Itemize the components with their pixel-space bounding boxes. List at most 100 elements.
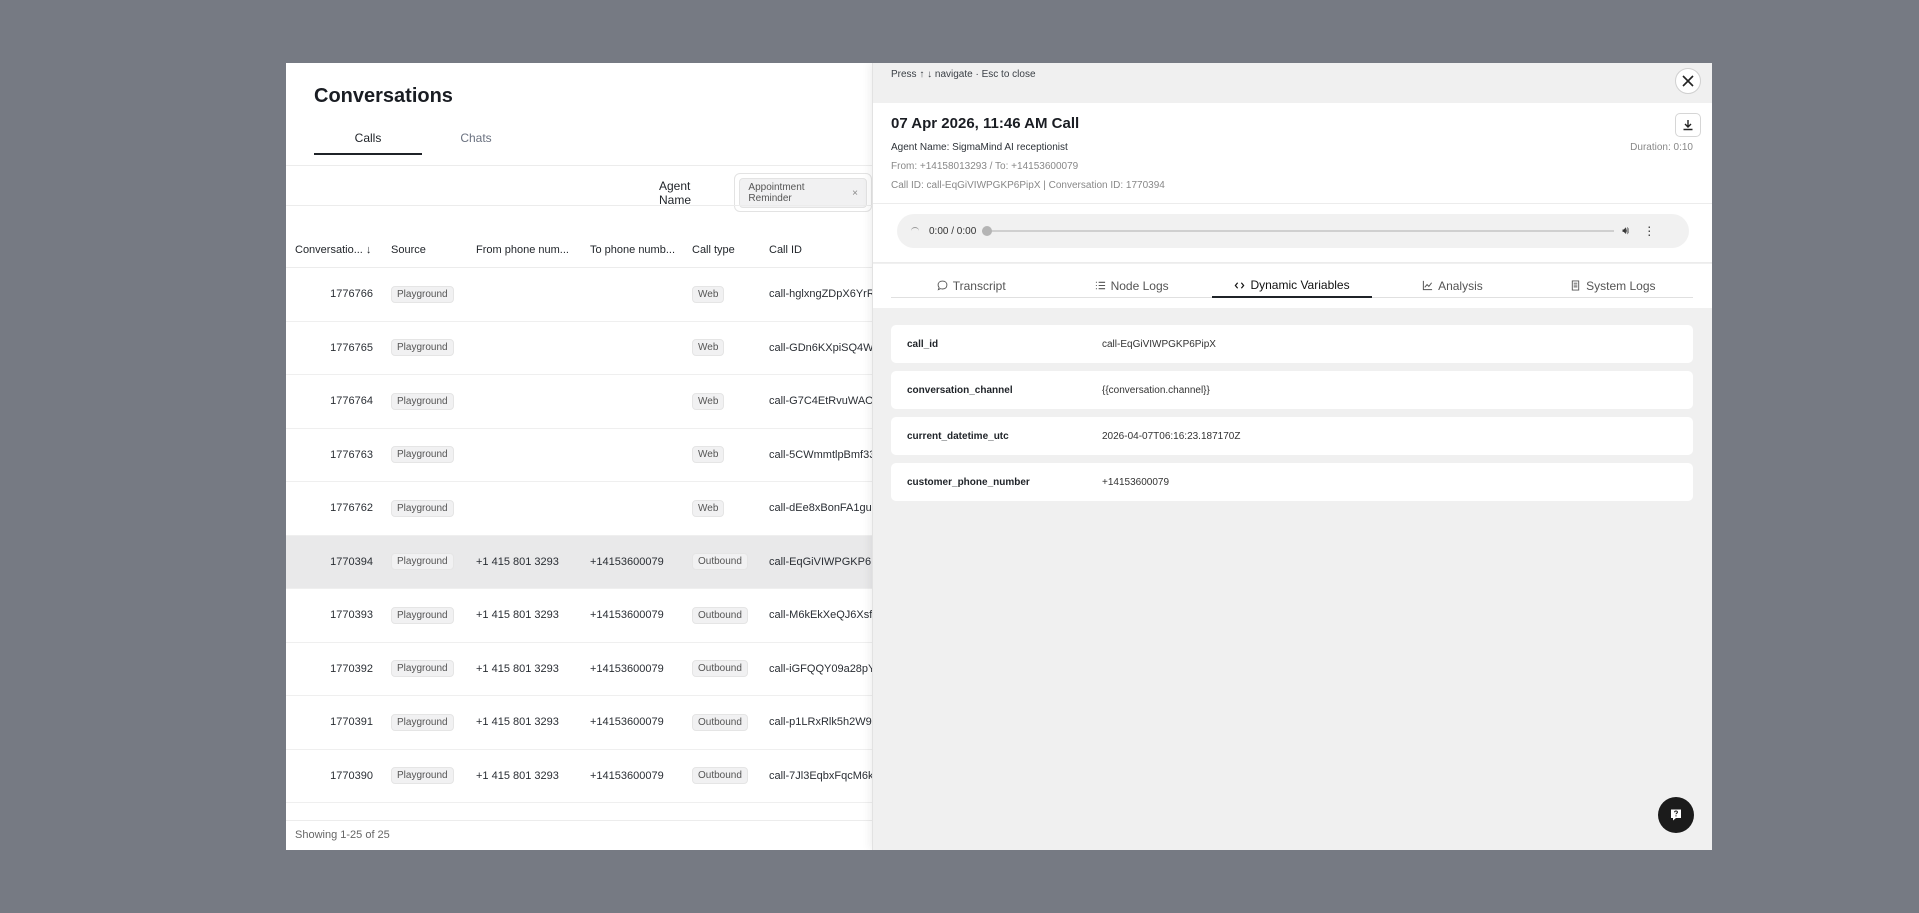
tab-label: Analysis — [1438, 278, 1483, 293]
tab-label: Node Logs — [1110, 278, 1169, 293]
to-phone: +14153600079 — [590, 555, 664, 568]
source-cell: Playground — [382, 339, 467, 357]
close-button[interactable] — [1675, 68, 1701, 94]
chart-line-icon — [1422, 280, 1433, 291]
conversation-id: 1776764 — [330, 395, 373, 408]
table-row[interactable]: 1776766 Playground Web call-hglxngZDpX6Y… — [286, 268, 872, 322]
header-call-id[interactable]: Call ID — [760, 244, 872, 256]
conversation-id: 1770392 — [330, 662, 373, 675]
call-type-cell: Web — [683, 339, 760, 357]
call-type-cell: Outbound — [683, 767, 760, 785]
dynamic-variables-list: call_id call-EqGiVIWPGKP6PipX conversati… — [891, 325, 1693, 509]
source-cell: Playground — [382, 553, 467, 571]
tab-transcript[interactable]: Transcript — [891, 278, 1051, 297]
table-row[interactable]: 1776764 Playground Web call-G7C4EtRvuWAO… — [286, 375, 872, 429]
source-badge: Playground — [391, 392, 454, 410]
chat-bubble-icon — [937, 280, 948, 291]
agent-name: Agent Name: SigmaMind AI receptionist — [891, 142, 1068, 153]
from-phone: +1 415 801 3293 — [476, 769, 559, 782]
from-phone: +1 415 801 3293 — [476, 555, 559, 568]
conversation-id: 1776763 — [330, 448, 373, 461]
agent-filter-select[interactable]: Appointment Reminder × — [734, 173, 872, 212]
conversation-id: 1770394 — [330, 555, 373, 568]
tab-node-logs[interactable]: Node Logs — [1051, 278, 1211, 297]
call-id: call-G7C4EtRvuWAOl — [769, 395, 872, 408]
source-cell: Playground — [382, 446, 467, 464]
table-row[interactable]: 1770392 Playground +1 415 801 3293 +1415… — [286, 643, 872, 696]
tab-dynamic-variables[interactable]: Dynamic Variables — [1211, 278, 1373, 298]
table-row-selected[interactable]: 1770394 Playground +1 415 801 3293 +1415… — [286, 535, 872, 589]
variable-row: conversation_channel {{conversation.chan… — [891, 371, 1693, 409]
tab-calls[interactable]: Calls — [314, 131, 422, 155]
source-cell: Playground — [382, 392, 467, 410]
download-button[interactable] — [1675, 113, 1701, 137]
from-phone: +1 415 801 3293 — [476, 716, 559, 729]
conversation-id: 1770393 — [330, 609, 373, 622]
tab-system-logs[interactable]: System Logs — [1533, 278, 1693, 297]
variable-row: call_id call-EqGiVIWPGKP6PipX — [891, 325, 1693, 363]
table-row[interactable]: 1770391 Playground +1 415 801 3293 +1415… — [286, 696, 872, 750]
sort-down-icon[interactable]: ↓ — [366, 244, 372, 256]
call-detail-drawer: Press ↑ ↓ navigate · Esc to close 07 Apr… — [872, 63, 1712, 850]
from-phone: +1 415 801 3293 — [476, 609, 559, 622]
source-badge: Playground — [391, 553, 454, 571]
call-info-panel: 07 Apr 2026, 11:46 AM Call Agent Name: S… — [873, 103, 1712, 203]
call-type-badge: Outbound — [692, 553, 748, 571]
tab-analysis[interactable]: Analysis — [1372, 278, 1532, 297]
call-type-badge: Outbound — [692, 767, 748, 785]
variable-value: +14153600079 — [1102, 476, 1170, 488]
table-row[interactable]: 1776762 Playground Web call-dEe8xBonFA1g… — [286, 482, 872, 536]
call-type-badge: Outbound — [692, 713, 748, 731]
header-from-phone[interactable]: From phone num... — [467, 244, 581, 256]
call-id: call-GDn6KXpiSQ4W6 — [769, 341, 872, 354]
tab-label: Dynamic Variables — [1250, 278, 1350, 292]
header-source[interactable]: Source — [382, 244, 467, 256]
header-conversation-id[interactable]: Conversatio... ↓ — [286, 244, 382, 256]
tab-chats[interactable]: Chats — [422, 131, 530, 155]
conversation-id: 1776765 — [330, 341, 373, 354]
filter-chip: Appointment Reminder × — [739, 178, 867, 208]
seek-thumb[interactable] — [982, 226, 993, 236]
seek-bar[interactable] — [982, 226, 1615, 236]
source-cell: Playground — [382, 660, 467, 678]
to-phone: +14153600079 — [590, 716, 664, 729]
call-id: call-7Jl3EqbxFqcM6k — [769, 769, 872, 782]
call-type-cell: Outbound — [683, 660, 760, 678]
help-icon — [1671, 809, 1681, 821]
detail-tabs-section: Transcript Node Logs Dynamic Variables A… — [873, 264, 1712, 308]
keyboard-hint: Press ↑ ↓ navigate · Esc to close — [891, 69, 1036, 80]
more-options-icon[interactable]: ⋮ — [1643, 224, 1655, 238]
header-to-phone[interactable]: To phone numb... — [581, 244, 683, 256]
call-title: 07 Apr 2026, 11:46 AM Call — [891, 115, 1080, 132]
remove-chip-icon[interactable]: × — [852, 188, 858, 199]
help-button[interactable] — [1658, 797, 1694, 833]
filter-divider — [286, 205, 872, 206]
table-row[interactable]: 1776765 Playground Web call-GDn6KXpiSQ4W… — [286, 322, 872, 375]
filter-chip-label: Appointment Reminder — [748, 182, 805, 204]
code-icon — [1235, 281, 1245, 289]
variable-key: current_datetime_utc — [907, 430, 1009, 442]
call-id: call-p1LRxRlk5h2W9S — [769, 716, 872, 729]
audio-player: 0:00 / 0:00 🔊︎ ⋮ — [897, 214, 1689, 248]
table-row[interactable]: 1770393 Playground +1 415 801 3293 +1415… — [286, 589, 872, 643]
close-icon — [1682, 75, 1694, 87]
table-row[interactable]: 1770390 Playground +1 415 801 3293 +1415… — [286, 750, 872, 803]
header-call-type[interactable]: Call type — [683, 244, 760, 256]
conversations-page: Conversations Calls Chats Agent Name App… — [286, 63, 872, 850]
call-type-badge: Web — [692, 499, 725, 517]
source-cell: Playground — [382, 767, 467, 785]
table-body: 1776766 Playground Web call-hglxngZDpX6Y… — [286, 268, 872, 850]
call-type-cell: Outbound — [683, 606, 760, 624]
document-icon — [1571, 280, 1580, 291]
source-badge: Playground — [391, 339, 454, 357]
source-cell: Playground — [382, 713, 467, 731]
to-phone: +14153600079 — [590, 609, 664, 622]
volume-icon[interactable]: 🔊︎ — [1622, 225, 1629, 238]
download-icon — [1683, 120, 1693, 131]
call-type-cell: Web — [683, 499, 760, 517]
call-id: call-EqGiVIWPGKP6P — [769, 555, 872, 568]
call-id: call-M6kEkXeQJ6Xsfz — [769, 609, 872, 622]
variable-row: current_datetime_utc 2026-04-07T06:16:23… — [891, 417, 1693, 455]
table-row[interactable]: 1776763 Playground Web call-5CWmmtlpBmf3… — [286, 429, 872, 482]
loading-spinner-icon — [911, 227, 919, 235]
